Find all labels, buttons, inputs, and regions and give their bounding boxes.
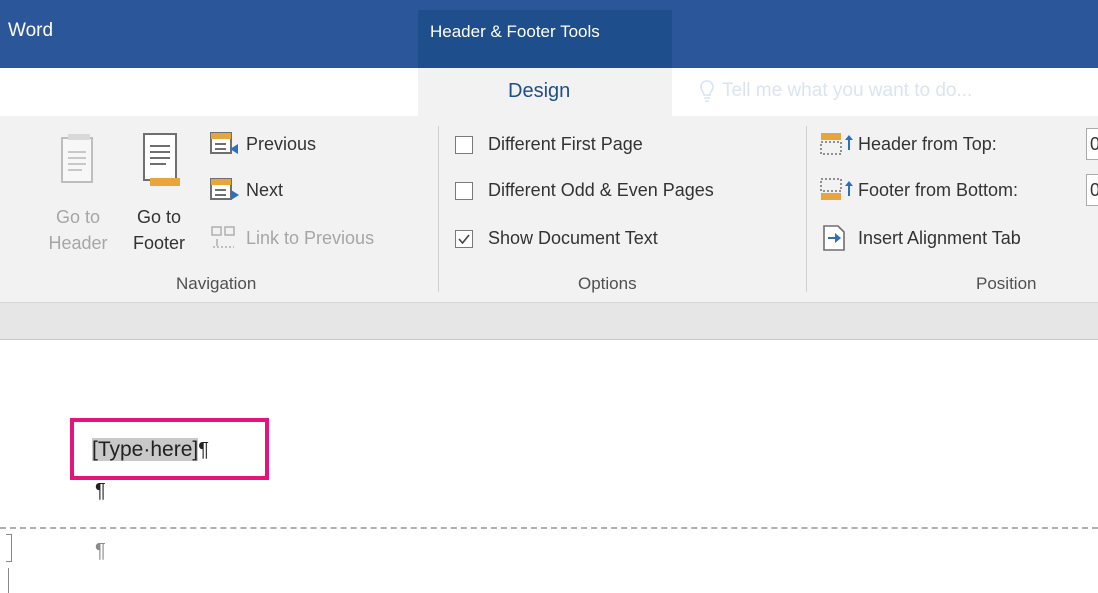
pilcrow-mark: ¶ [198, 439, 209, 461]
different-odd-even-checkbox[interactable] [455, 182, 473, 200]
footer-from-bottom-input[interactable]: 0 [1086, 174, 1098, 206]
margin-marker [6, 534, 12, 562]
lightbulb-icon [700, 80, 714, 102]
go-to-header-line1: Go to [55, 207, 101, 227]
contextual-tab-label: Header & Footer Tools [430, 22, 600, 41]
group-divider [438, 126, 439, 292]
footer-from-bottom-icon [820, 178, 856, 207]
go-to-footer-icon [142, 132, 182, 195]
pilcrow-mark: ¶ [95, 540, 106, 562]
different-odd-even-label: Different Odd & Even Pages [488, 180, 714, 200]
insert-alignment-tab-button[interactable]: Insert Alignment Tab [858, 228, 1021, 249]
different-first-page-checkbox[interactable] [455, 136, 473, 154]
go-to-header-icon [60, 132, 96, 189]
ruler-band [0, 303, 1098, 340]
pilcrow-mark: ¶ [95, 480, 106, 502]
position-group-label: Position [976, 274, 1037, 293]
show-document-text-label: Show Document Text [488, 228, 658, 248]
show-document-text-checkbox[interactable] [455, 230, 473, 248]
footer-from-bottom-value: 0 [1090, 180, 1098, 201]
header-placeholder[interactable]: [Type·here]¶ [92, 438, 209, 462]
tab-view[interactable]: View [331, 80, 372, 102]
header-from-top-label: Header from Top: [858, 134, 997, 154]
next-icon [210, 178, 240, 207]
tell-me-text: Tell me what you want to do... [722, 80, 973, 102]
app-name: Word [8, 20, 54, 41]
next-button[interactable]: Next [246, 180, 283, 201]
previous-button[interactable]: Previous [246, 134, 316, 155]
tab-design-label: Design [508, 80, 571, 102]
link-to-previous-button[interactable]: Link to Previous [246, 228, 374, 249]
go-to-footer-line1: Go to [136, 207, 182, 227]
link-to-previous-icon [210, 226, 238, 255]
different-first-page-label: Different First Page [488, 134, 643, 154]
go-to-header-line2: Header [48, 233, 108, 253]
tab-review[interactable]: Review [198, 80, 260, 102]
go-to-header-button[interactable]: Go to Header [48, 204, 108, 256]
header-from-top-icon [820, 132, 856, 161]
placeholder-text: [Type·here] [92, 438, 199, 461]
header-from-top-input[interactable]: 0 [1086, 128, 1098, 160]
tell-me-search[interactable]: Tell me what you want to do... [700, 80, 972, 102]
header-from-top-value: 0 [1090, 134, 1098, 155]
group-divider [806, 126, 807, 292]
footer-from-bottom-label: Footer from Bottom: [858, 180, 1019, 200]
options-group-label: Options [578, 274, 637, 293]
previous-icon [210, 132, 240, 161]
header-boundary-line [0, 527, 1098, 529]
go-to-footer-line2: Footer [132, 233, 186, 253]
checkmark-icon [458, 234, 470, 245]
insert-alignment-tab-icon [822, 225, 846, 256]
navigation-group-label: Navigation [176, 274, 257, 293]
go-to-footer-button[interactable]: Go to Footer [124, 204, 194, 256]
margin-line [8, 568, 9, 593]
tab-mailings[interactable]: Mailings [50, 80, 120, 102]
tab-design[interactable]: Design [418, 68, 672, 116]
